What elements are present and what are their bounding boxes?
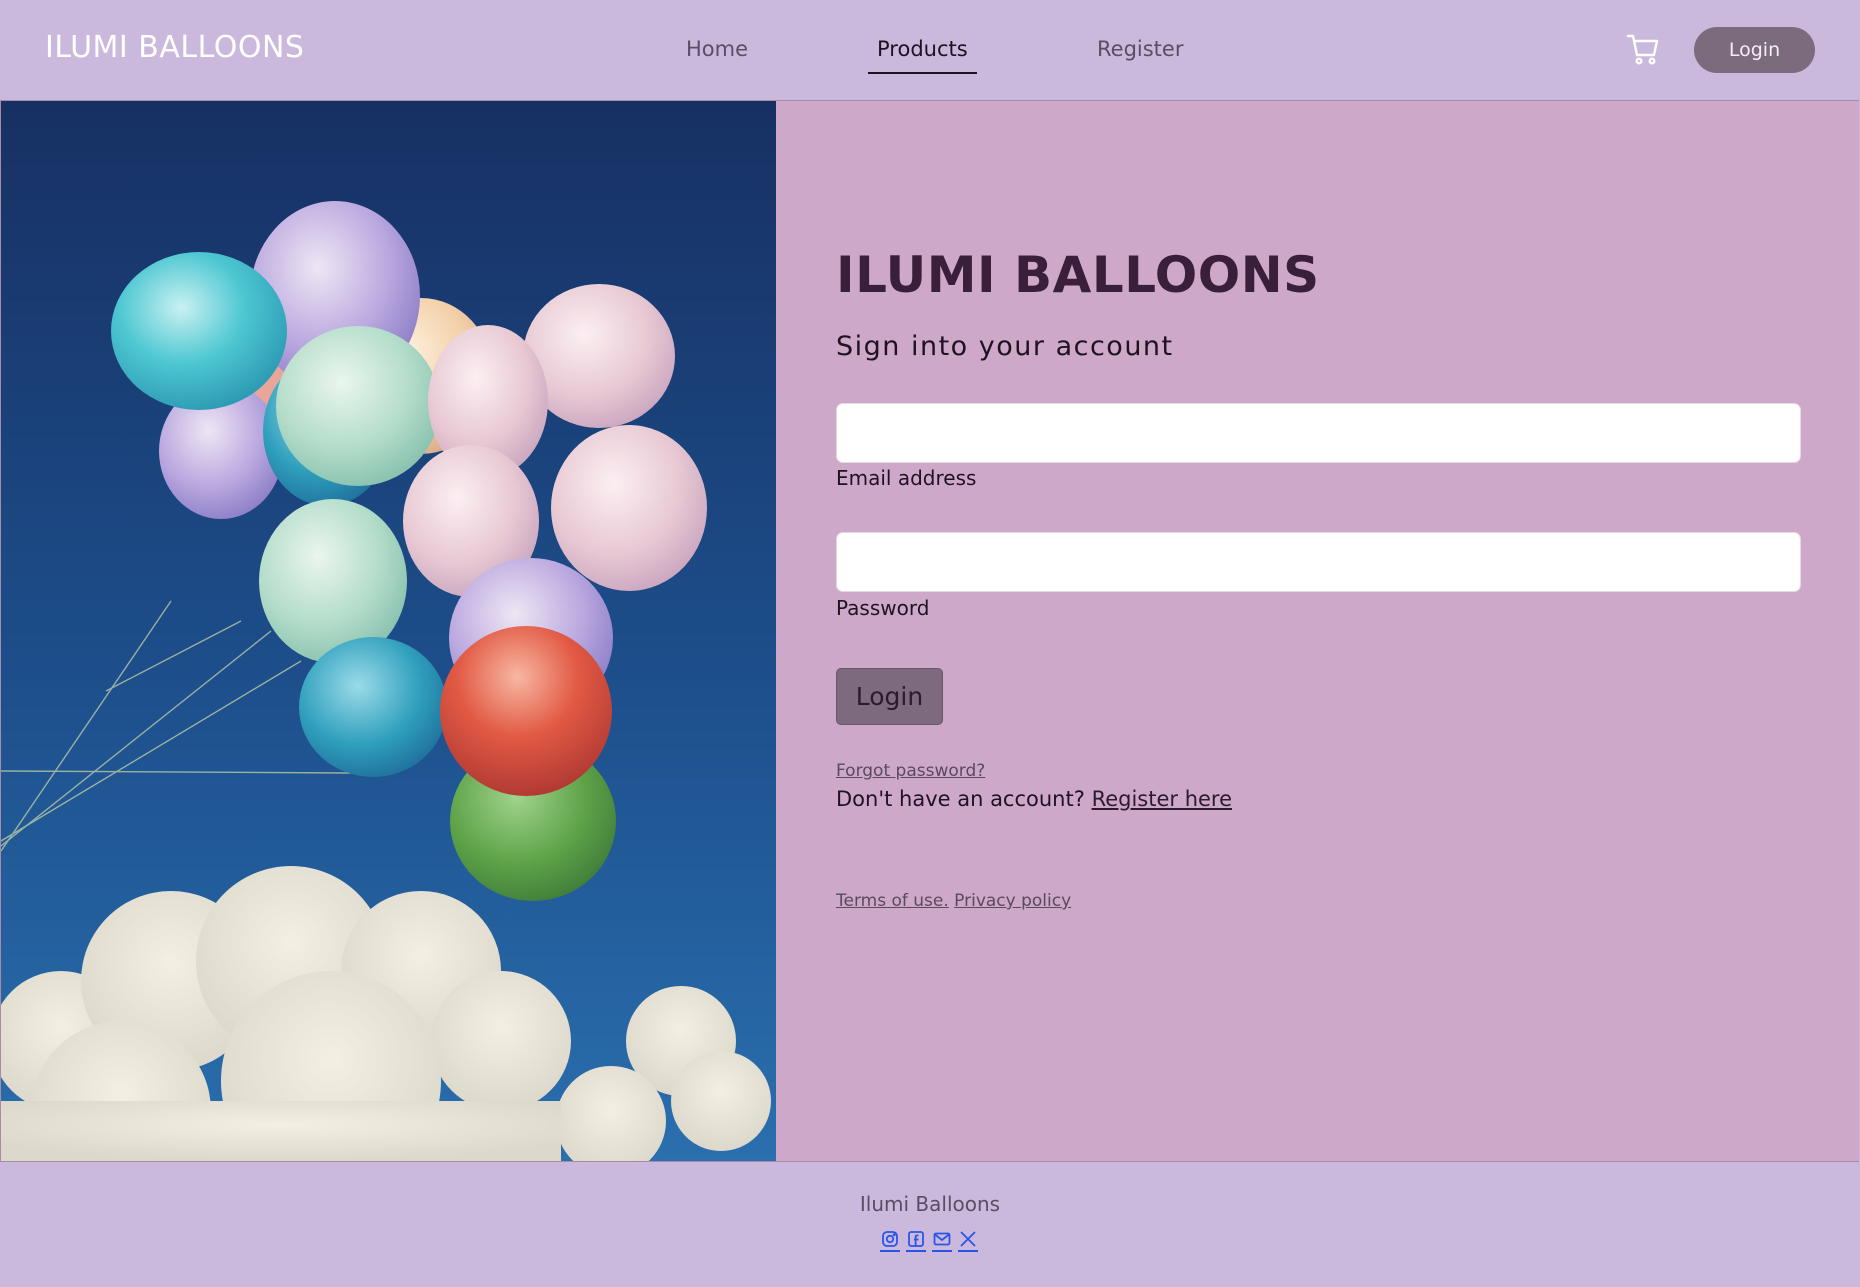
legal-links: Terms of use. Privacy policy [836,891,1071,911]
login-submit-button[interactable]: Login [836,668,943,725]
email-label: Email address [836,466,977,490]
privacy-policy-link[interactable]: Privacy policy [954,891,1071,911]
x-icon[interactable] [958,1230,978,1252]
nav-login-button[interactable]: Login [1694,27,1815,73]
register-here-link[interactable]: Register here [1092,787,1232,811]
nav-link-products[interactable]: Products [877,37,968,61]
footer-brand-name: Ilumi Balloons [859,1192,1001,1216]
brand-logo[interactable]: ILUMI BALLOONS [45,30,304,65]
login-subtitle: Sign into your account [836,331,1174,362]
register-prompt: Don't have an account? Register here [836,787,1232,811]
nav-link-home[interactable]: Home [686,37,748,61]
password-label: Password [836,596,930,620]
balloons-hero-image [1,101,776,1161]
cart-icon[interactable] [1626,32,1660,66]
forgot-password-link[interactable]: Forgot password? [836,761,985,781]
terms-of-use-link[interactable]: Terms of use. [836,891,949,911]
nav-link-register[interactable]: Register [1097,37,1183,61]
active-nav-underline [868,72,977,74]
email-input[interactable] [836,403,1801,463]
social-links [880,1230,978,1254]
no-account-text: Don't have an account? [836,787,1085,811]
login-title: ILUMI BALLOONS [836,246,1320,304]
instagram-icon[interactable] [880,1230,900,1252]
password-input[interactable] [836,532,1801,592]
facebook-icon[interactable] [906,1230,926,1252]
main-content: ILUMI BALLOONS Sign into your account Em… [0,100,1859,1162]
mail-icon[interactable] [932,1230,952,1252]
login-panel: ILUMI BALLOONS Sign into your account Em… [776,101,1859,1161]
navbar: ILUMI BALLOONS Home Products Register Lo… [0,0,1860,100]
